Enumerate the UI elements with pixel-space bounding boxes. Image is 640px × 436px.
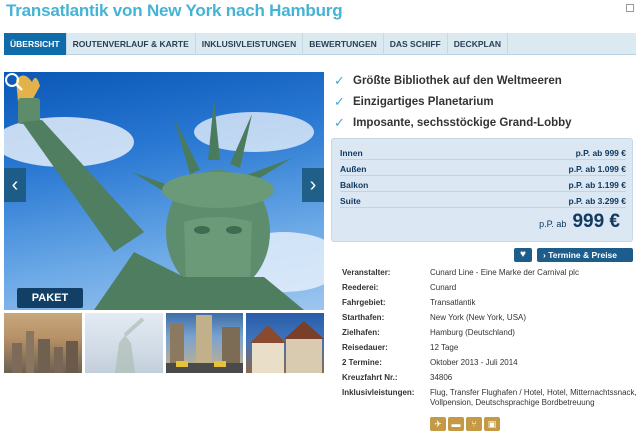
detail-label: Kreuzfahrt Nr.: bbox=[342, 373, 398, 382]
prev-image-button[interactable]: ‹ bbox=[4, 168, 26, 202]
detail-value: Cunard bbox=[430, 283, 457, 292]
thumbnail-statue[interactable] bbox=[84, 313, 163, 373]
detail-value: 34806 bbox=[430, 373, 453, 382]
details-list: Veranstalter: Cunard Line - Eine Marke d… bbox=[342, 268, 638, 413]
inclusive-icons: ✈ ▬ ⑂ ▣ bbox=[430, 417, 500, 431]
page-title: Transatlantik von New York nach Hamburg bbox=[6, 1, 343, 20]
detail-value: 12 Tage bbox=[430, 343, 459, 352]
price-row-suite[interactable]: Suite p.P. ab 3.299 € bbox=[340, 194, 626, 208]
tab-bar: ÜBERSICHT ROUTENVERLAUF & KARTE INKLUSIV… bbox=[4, 33, 636, 55]
tab-ship[interactable]: DAS SCHIFF bbox=[384, 33, 448, 55]
detail-row: Veranstalter: Cunard Line - Eine Marke d… bbox=[342, 268, 638, 278]
price-total: p.P. ab 999 € bbox=[539, 211, 620, 233]
detail-value: Transatlantik bbox=[430, 298, 476, 307]
street-image bbox=[165, 315, 244, 373]
city-skyline-image bbox=[12, 331, 78, 373]
detail-label: Inklusivleistungen: bbox=[342, 388, 415, 397]
tab-inclusive[interactable]: INKLUSIVLEISTUNGEN bbox=[196, 33, 304, 55]
detail-value: New York (New York, USA) bbox=[430, 313, 527, 322]
cabin-label: Suite bbox=[340, 195, 361, 206]
termine-preise-button[interactable]: › Termine & Preise bbox=[537, 248, 633, 262]
detail-label: 2 Termine: bbox=[342, 358, 382, 367]
detail-value: Oktober 2013 - Juli 2014 bbox=[430, 358, 518, 367]
detail-label: Fahrgebiet: bbox=[342, 298, 386, 307]
feature-list: ✓ Größte Bibliothek auf den Weltmeeren ✓… bbox=[334, 70, 634, 133]
detail-label: Starthafen: bbox=[342, 313, 385, 322]
feature-text: Größte Bibliothek auf den Weltmeeren bbox=[353, 74, 562, 87]
feature-item: ✓ Größte Bibliothek auf den Weltmeeren bbox=[334, 70, 634, 91]
feature-text: Imposante, sechsstöckige Grand-Lobby bbox=[353, 116, 572, 129]
price-box: Innen p.P. ab 999 € Außen p.P. ab 1.099 … bbox=[331, 138, 633, 242]
statue-thumbnail-image bbox=[114, 317, 145, 373]
price-row-aussen[interactable]: Außen p.P. ab 1.099 € bbox=[340, 162, 626, 176]
thumbnail-city-skyline[interactable] bbox=[4, 313, 82, 373]
feature-text: Einzigartiges Planetarium bbox=[353, 95, 494, 108]
detail-value: Hamburg (Deutschland) bbox=[430, 328, 515, 337]
price-row-innen[interactable]: Innen p.P. ab 999 € bbox=[340, 146, 626, 160]
detail-row: Reederei: Cunard bbox=[342, 283, 638, 293]
feature-item: ✓ Imposante, sechsstöckige Grand-Lobby bbox=[334, 112, 634, 133]
detail-row: Inklusivleistungen: Flug, Transfer Flugh… bbox=[342, 388, 638, 408]
price-prefix: p.P. ab bbox=[539, 219, 567, 229]
detail-label: Zielhafen: bbox=[342, 328, 380, 337]
detail-row: Starthafen: New York (New York, USA) bbox=[342, 313, 638, 323]
bus-icon: ▣ bbox=[484, 417, 500, 431]
dining-icon: ⑂ bbox=[466, 417, 482, 431]
detail-row: Zielhafen: Hamburg (Deutschland) bbox=[342, 328, 638, 338]
cabin-label: Innen bbox=[340, 147, 363, 158]
plane-icon: ✈ bbox=[430, 417, 446, 431]
thumbnail-strip bbox=[4, 313, 324, 373]
detail-value: Flug, Transfer Flughafen / Hotel, Hotel,… bbox=[430, 388, 637, 407]
favorite-button[interactable]: ♥ bbox=[514, 248, 532, 262]
cabin-price: p.P. ab 1.099 € bbox=[568, 163, 627, 174]
hero-image[interactable]: ‹ › PAKET bbox=[4, 72, 324, 310]
price-row-balkon[interactable]: Balkon p.P. ab 1.199 € bbox=[340, 178, 626, 192]
cabin-price: p.P. ab 1.199 € bbox=[568, 179, 627, 190]
paket-badge: PAKET bbox=[17, 288, 83, 308]
feature-item: ✓ Einzigartiges Planetarium bbox=[334, 91, 634, 112]
thumbnail-houses[interactable] bbox=[246, 313, 324, 373]
detail-row: Reisedauer: 12 Tage bbox=[342, 343, 638, 353]
check-icon: ✓ bbox=[334, 93, 345, 109]
tab-deckplan[interactable]: DECKPLAN bbox=[448, 33, 508, 55]
cabin-price: p.P. ab 999 € bbox=[575, 147, 626, 158]
cabin-label: Außen bbox=[340, 163, 367, 174]
tab-overview[interactable]: ÜBERSICHT bbox=[4, 33, 67, 55]
tab-reviews[interactable]: BEWERTUNGEN bbox=[303, 33, 384, 55]
thumbnail-street[interactable] bbox=[165, 313, 244, 373]
heart-icon: ♥ bbox=[520, 249, 526, 260]
next-image-button[interactable]: › bbox=[302, 168, 324, 202]
detail-label: Reederei: bbox=[342, 283, 379, 292]
detail-label: Reisedauer: bbox=[342, 343, 388, 352]
close-icon[interactable] bbox=[626, 4, 634, 12]
detail-label: Veranstalter: bbox=[342, 268, 391, 277]
timber-houses-image bbox=[250, 321, 324, 373]
tab-route[interactable]: ROUTENVERLAUF & KARTE bbox=[67, 33, 196, 55]
price-value: 999 € bbox=[572, 211, 620, 232]
cabin-price: p.P. ab 3.299 € bbox=[568, 195, 627, 206]
detail-row: 2 Termine: Oktober 2013 - Juli 2014 bbox=[342, 358, 638, 368]
detail-row: Fahrgebiet: Transatlantik bbox=[342, 298, 638, 308]
statue-of-liberty-image bbox=[4, 75, 324, 310]
check-icon: ✓ bbox=[334, 72, 345, 88]
detail-row: Kreuzfahrt Nr.: 34806 bbox=[342, 373, 638, 383]
bed-icon: ▬ bbox=[448, 417, 464, 431]
zoom-icon[interactable] bbox=[4, 72, 24, 92]
check-icon: ✓ bbox=[334, 114, 345, 130]
detail-value: Cunard Line - Eine Marke der Carnival pl… bbox=[430, 268, 579, 277]
cabin-label: Balkon bbox=[340, 179, 369, 190]
